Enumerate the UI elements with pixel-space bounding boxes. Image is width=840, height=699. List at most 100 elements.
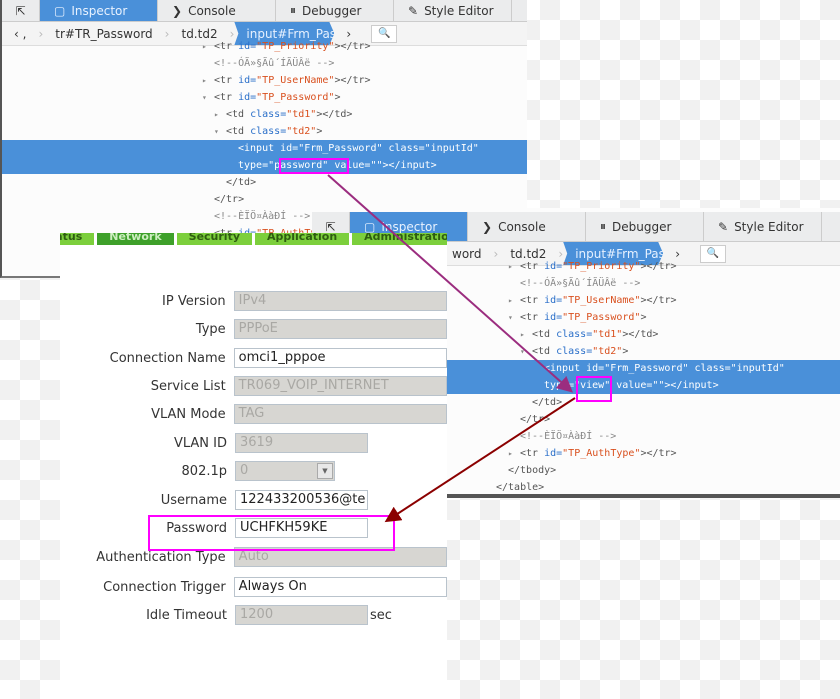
markup-token: "TP_Priority" [562,261,641,272]
tab-debugger[interactable]: ⏸ Debugger [586,212,704,241]
expand-toggle-icon[interactable]: ▸ [214,106,226,123]
tab-label: Inspector [381,219,438,234]
tab-inspector[interactable]: ▢ Inspector [40,0,158,21]
markup-token: id= [238,41,257,52]
vlan-id-label: VLAN ID [173,435,227,451]
markup-token: </td> [226,177,257,188]
vlan-id-value: 3619 [240,435,274,450]
username-label: Username [160,492,227,508]
idle-timeout-label: Idle Timeout [146,607,227,623]
console-icon: ❯ [482,219,493,234]
markup-node[interactable]: </tr> [2,191,527,208]
markup-node[interactable]: type="password" value=""></input> [2,157,527,174]
markup-node[interactable]: </td> [2,174,527,191]
markup-token: <tr [520,312,545,323]
markup-token: <tr [520,295,545,306]
markup-token: ></td> [622,329,659,340]
expand-toggle-icon[interactable]: ▾ [202,89,214,106]
markup-token: </table> [496,482,545,493]
tab-style-editor[interactable]: ✎ Style Editor [394,0,512,21]
chevron-down-icon[interactable]: ▼ [317,463,333,479]
nav-tab-network[interactable]: Network [97,233,174,245]
vlan-id-input[interactable]: 3619 [235,433,368,453]
markup-token: </tbody> [508,465,557,476]
tab-console[interactable]: ❯ Console [158,0,276,21]
markup-token: id= [238,92,257,103]
markup-token: </td> [532,397,563,408]
router-wan-form: StatusNetworkSecurityApplicationAdminist… [60,233,447,699]
expand-toggle-icon[interactable]: ▸ [520,326,532,343]
markup-token: type="view" value=""></input> [544,380,719,391]
connection-trigger-input[interactable]: Always On [233,577,447,597]
markup-token: "td1" [592,329,623,340]
password-type-highlight-box [279,158,349,174]
tab-label: Style Editor [424,3,494,18]
router-nav-tabs: StatusNetworkSecurityApplicationAdminist… [60,233,447,245]
markup-token: <tr [520,448,545,459]
markup-token: "td2" [592,346,623,357]
type-input[interactable]: PPPoE [233,319,447,339]
expand-toggle-icon[interactable]: ▸ [508,292,520,309]
markup-token: id= [544,295,563,306]
802-1p-input[interactable]: 0 ▼ [235,461,335,481]
markup-token: > [640,312,647,323]
idle-timeout-value: 1200 [240,607,274,622]
connection-trigger-value: Always On [238,579,307,594]
ip-version-input[interactable]: IPv4 [233,291,447,311]
markup-token: <td [226,109,251,120]
802-1p-value: 0 [240,463,249,478]
form-row-service-list: Service List TR069_VOIP_INTERNET [60,375,447,397]
tab-label: Debugger [612,219,672,234]
service-list-label: Service List [150,378,226,394]
markup-node[interactable]: ▸ <td class="td1"></td> [2,106,527,123]
markup-node[interactable]: ▸ <tr id="TP_Priority"></tr> [2,38,527,55]
markup-token: <tr [214,92,239,103]
element-picker-button[interactable]: ⇱ [2,0,40,21]
markup-node[interactable]: <!--ÓÃ»§Ãû´ÍÃÜÂë --> [2,55,527,72]
nav-tab-status[interactable]: Status [60,233,95,245]
idle-timeout-input[interactable]: 1200 [235,605,368,625]
tab-debugger[interactable]: ⏸ Debugger [276,0,394,21]
markup-node[interactable]: ▾ <tr id="TP_Password"> [2,89,527,106]
service-list-value: TR069_VOIP_INTERNET [238,378,389,393]
form-row-ip-version: IP Version IPv4 [60,290,447,312]
devtools-toolbar: ⇱ ▢ Inspector ❯ Console ⏸ Debugger ✎ Style Edito… [2,0,527,22]
markup-token: <td [532,346,557,357]
markup-token: > [622,346,629,357]
markup-node[interactable]: ▾ <td class="td2"> [2,123,527,140]
markup-token: <!--ÈÏÖ¤ÀàÐÍ --> [214,211,311,222]
vlan-mode-input[interactable]: TAG [233,404,447,424]
form-row-connection-trigger: Connection Trigger Always On [60,576,447,598]
connection-name-input[interactable]: omci1_pppoe [233,348,447,368]
markup-token: <tr [520,261,545,272]
nav-tab-application[interactable]: Application [255,233,350,245]
vlan-mode-value: TAG [238,406,265,421]
expand-toggle-icon[interactable]: ▾ [214,123,226,140]
markup-node[interactable]: <input id="Frm_Password" class="inputId" [2,140,527,157]
inspector-icon: ▢ [364,219,376,234]
expand-toggle-icon[interactable]: ▾ [508,309,520,326]
username-input[interactable]: 122433200536@te [235,490,368,510]
markup-token: class= [556,346,593,357]
markup-token: ></tr> [334,41,371,52]
expand-toggle-icon[interactable]: ▸ [202,72,214,89]
markup-token: id= [544,312,563,323]
markup-node[interactable]: ▸ <tr id="TP_UserName"></tr> [2,72,527,89]
nav-tab-administration[interactable]: Administration [352,233,447,245]
nav-tab-security[interactable]: Security [176,233,252,245]
connection-name-label: Connection Name [109,350,226,366]
tab-style-editor[interactable]: ✎ Style Editor [704,212,822,241]
tab-console[interactable]: ❯ Console [468,212,586,241]
unit-label: sec [370,607,392,623]
expand-toggle-icon[interactable]: ▾ [520,343,532,360]
service-list-input[interactable]: TR069_VOIP_INTERNET [233,376,447,396]
markup-token: "TP_Password" [256,92,335,103]
markup-token: class= [250,126,287,137]
form-row-type: Type PPPoE [60,318,447,340]
expand-toggle-icon[interactable]: ▸ [508,445,520,462]
expand-toggle-icon[interactable]: ▸ [508,258,520,275]
type-value: PPPoE [238,321,278,336]
form-row-username: Username 122433200536@te [60,489,447,511]
markup-token: id= [544,448,563,459]
expand-toggle-icon[interactable]: ▸ [202,38,214,55]
